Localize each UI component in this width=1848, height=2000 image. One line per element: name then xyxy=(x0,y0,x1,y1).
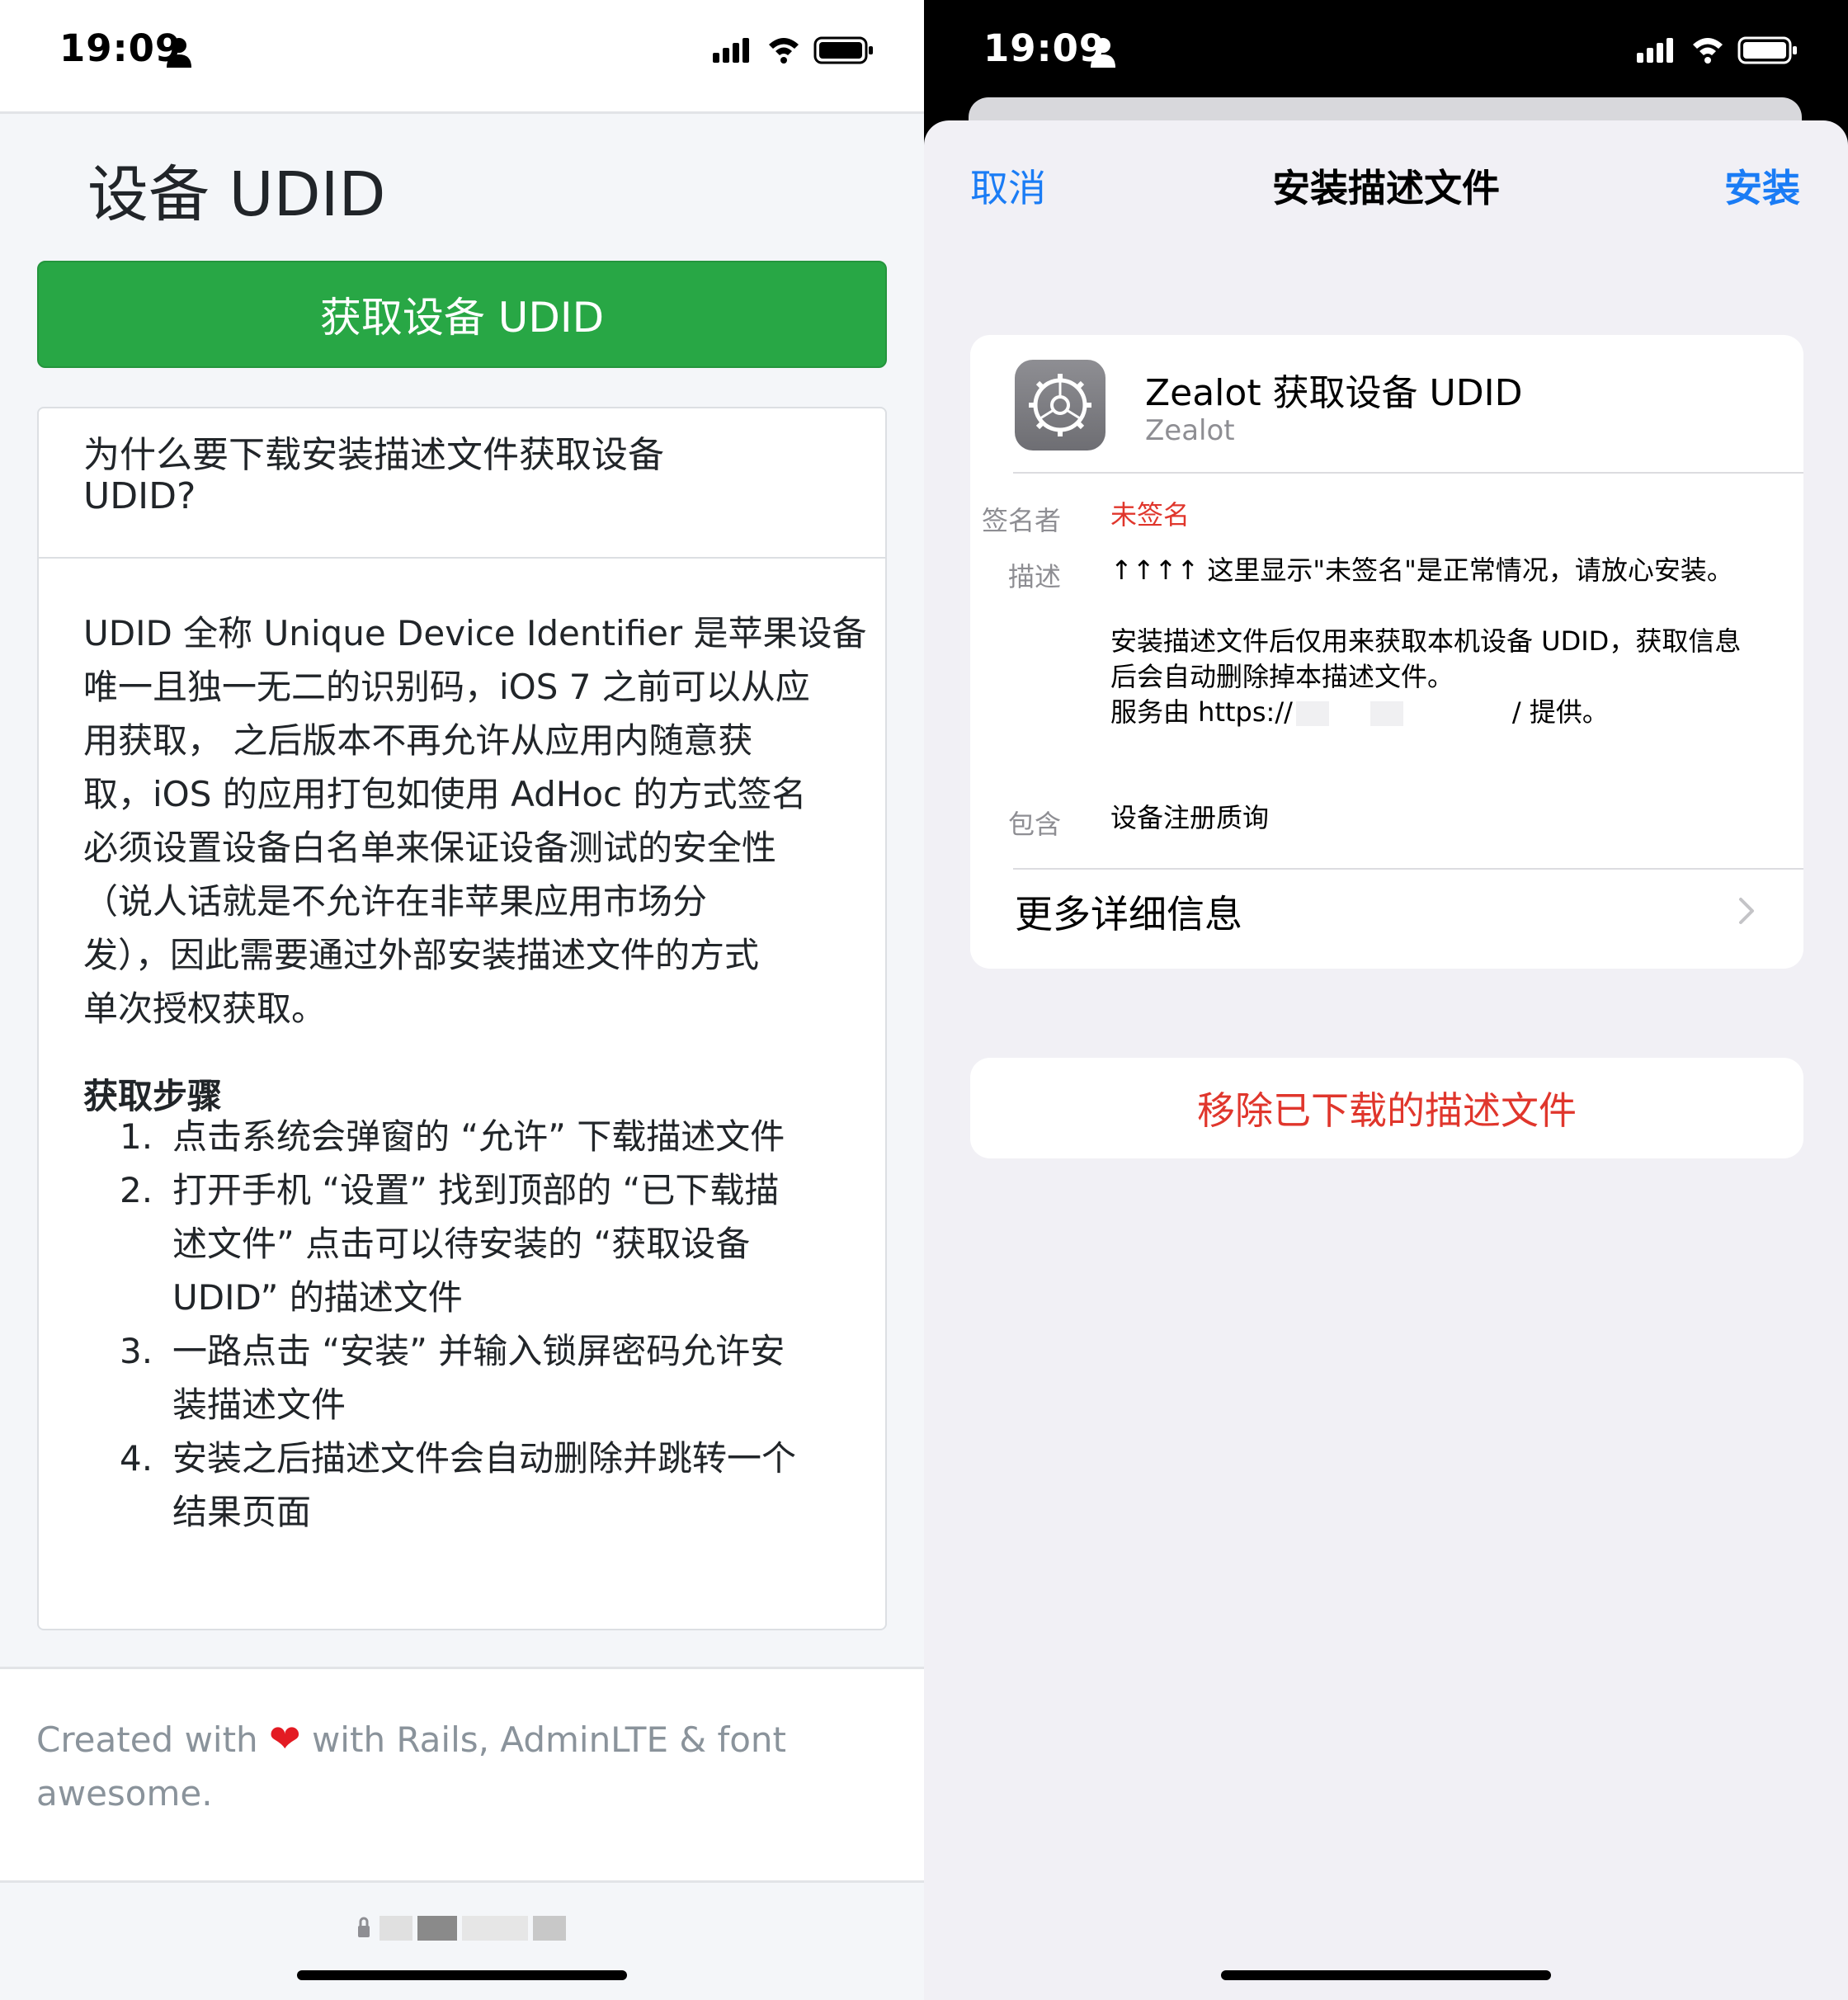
card-body: UDID 全称 Unique Device Identifier 是苹果设备 唯… xyxy=(83,606,875,1035)
page-title: 设备 UDID xyxy=(87,159,386,230)
status-bar: 19:09 xyxy=(0,0,924,114)
step-item: 4. 安装之后描述文件会自动删除并跳转一个 结果页面 xyxy=(120,1432,797,1539)
signer-label: 签名者 xyxy=(981,505,1061,536)
safari-udid-page: 19:09 设备 UDID 获取设备 UDID 为什么要下载安装描述文件获取设备… xyxy=(0,0,924,2000)
description-line: 服务由 https:// / 提供。 xyxy=(1110,695,1609,730)
description-line: 安装描述文件后仅用来获取本机设备 UDID，获取信息 xyxy=(1110,625,1742,657)
body-line: 发），因此需要通过外部安装描述文件的方式 xyxy=(83,935,760,975)
body-line: 单次授权获取。 xyxy=(83,988,327,1029)
get-udid-button[interactable]: 获取设备 UDID xyxy=(37,261,887,368)
description-label: 描述 xyxy=(1007,561,1061,592)
step-line: 安装之后描述文件会自动删除并跳转一个 xyxy=(172,1438,797,1479)
contains-label: 包含 xyxy=(1007,809,1061,840)
footer-rest: with Rails, AdminLTE & font xyxy=(311,1719,787,1760)
description-url-suffix: / 提供。 xyxy=(1511,696,1609,728)
settings-gear-icon xyxy=(1015,360,1106,450)
status-time: 19:09 xyxy=(59,26,182,70)
footer-created-with: Created with xyxy=(36,1719,258,1760)
step-line: 装描述文件 xyxy=(172,1384,346,1425)
card-header-line: UDID? xyxy=(83,475,196,517)
more-details-row[interactable]: 更多详细信息 xyxy=(1015,884,1242,939)
step-line: 打开手机 “设置” 找到顶部的 “已下载描 xyxy=(172,1170,780,1210)
home-indicator[interactable] xyxy=(297,1970,627,1980)
profile-organization: Zealot xyxy=(1145,414,1235,447)
redacted-text xyxy=(1295,701,1329,726)
redacted-text xyxy=(1409,701,1509,726)
body-line: 取，iOS 的应用打包如使用 AdHoc 的方式签名 xyxy=(83,774,807,814)
info-card: 为什么要下载安装描述文件获取设备 UDID? UDID 全称 Unique De… xyxy=(37,407,887,1630)
signer-value: 未签名 xyxy=(1110,499,1190,531)
signal-icon xyxy=(713,38,749,63)
remove-profile-group: 移除已下载的描述文件 xyxy=(970,1058,1803,1158)
description-line: ↑↑↑↑ 这里显示"未签名"是正常情况，请放心安装。 xyxy=(1110,554,1733,586)
person-icon xyxy=(167,38,191,68)
step-line: 点击系统会弹窗的 “允许” 下载描述文件 xyxy=(172,1116,785,1157)
heart-icon: ❤ xyxy=(269,1716,301,1761)
contains-value: 设备注册质询 xyxy=(1110,802,1270,833)
step-item: 2. 打开手机 “设置” 找到顶部的 “已下载描 述文件” 点击可以待安装的 “… xyxy=(120,1163,780,1324)
profile-details-group: Zealot 获取设备 UDID Zealot 签名者 未签名 描述 ↑↑↑↑ … xyxy=(970,335,1803,969)
wifi-icon xyxy=(769,38,799,64)
step-item: 1. 点击系统会弹窗的 “允许” 下载描述文件 xyxy=(120,1110,785,1163)
modal-sheet: 取消 安装描述文件 安装 Zealot 获取设备 UDID Zealot 签名者… xyxy=(924,120,1848,2000)
body-line: （说人话就是不允许在非苹果应用市场分 xyxy=(83,881,708,922)
screenshot-root: 19:09 设备 UDID 获取设备 UDID 为什么要下载安装描述文件获取设备… xyxy=(0,0,1848,2000)
lock-icon xyxy=(358,1917,370,1937)
profile-name: Zealot 获取设备 UDID xyxy=(1145,372,1523,414)
description-url-prefix: 服务由 https:// xyxy=(1110,696,1293,728)
battery-icon xyxy=(813,36,873,64)
description-line: 后会自动删除掉本描述文件。 xyxy=(1110,661,1454,692)
install-button[interactable]: 安装 xyxy=(1724,158,1800,213)
page-footer: Created with ❤ with Rails, AdminLTE & fo… xyxy=(0,1667,924,1883)
body-line: UDID 全称 Unique Device Identifier 是苹果设备 xyxy=(83,613,867,653)
home-indicator[interactable] xyxy=(1221,1970,1551,1980)
step-number: 3. xyxy=(120,1331,153,1371)
step-line: 述文件” 点击可以待安装的 “获取设备 xyxy=(172,1224,751,1264)
sheet-title: 安装描述文件 xyxy=(1272,166,1500,210)
step-number: 4. xyxy=(120,1438,153,1479)
chevron-right-icon xyxy=(1739,898,1754,924)
body-line: 唯一且独一无二的识别码，iOS 7 之前可以从应 xyxy=(83,667,810,707)
divider xyxy=(1013,868,1803,870)
status-icons xyxy=(713,36,873,64)
install-profile-sheet: 19:09 取消 安装描述文件 安装 Zealot 获取设备 UDID Zeal… xyxy=(924,0,1848,2000)
divider xyxy=(1013,472,1803,474)
card-header: 为什么要下载安装描述文件获取设备 UDID? xyxy=(39,408,885,559)
step-line: UDID” 的描述文件 xyxy=(172,1277,463,1318)
footer-rest-line2: awesome. xyxy=(36,1773,213,1814)
body-line: 必须设置设备白名单来保证设备测试的安全性 xyxy=(83,828,777,868)
step-number: 1. xyxy=(120,1116,153,1157)
card-header-line: 为什么要下载安装描述文件获取设备 xyxy=(83,434,664,476)
step-line: 结果页面 xyxy=(172,1492,312,1532)
address-bar[interactable] xyxy=(355,1911,569,1944)
footer-text: Created with ❤ with Rails, AdminLTE & fo… xyxy=(36,1712,845,1820)
step-item: 3. 一路点击 “安装” 并输入锁屏密码允许安 装描述文件 xyxy=(120,1324,785,1432)
remove-profile-button[interactable]: 移除已下载的描述文件 xyxy=(970,1058,1803,1158)
redacted-text xyxy=(1370,701,1403,726)
body-line: 用获取， 之后版本不再允许从应用内随意获 xyxy=(83,720,753,761)
step-number: 2. xyxy=(120,1170,153,1210)
step-line: 一路点击 “安装” 并输入锁屏密码允许安 xyxy=(172,1331,785,1371)
